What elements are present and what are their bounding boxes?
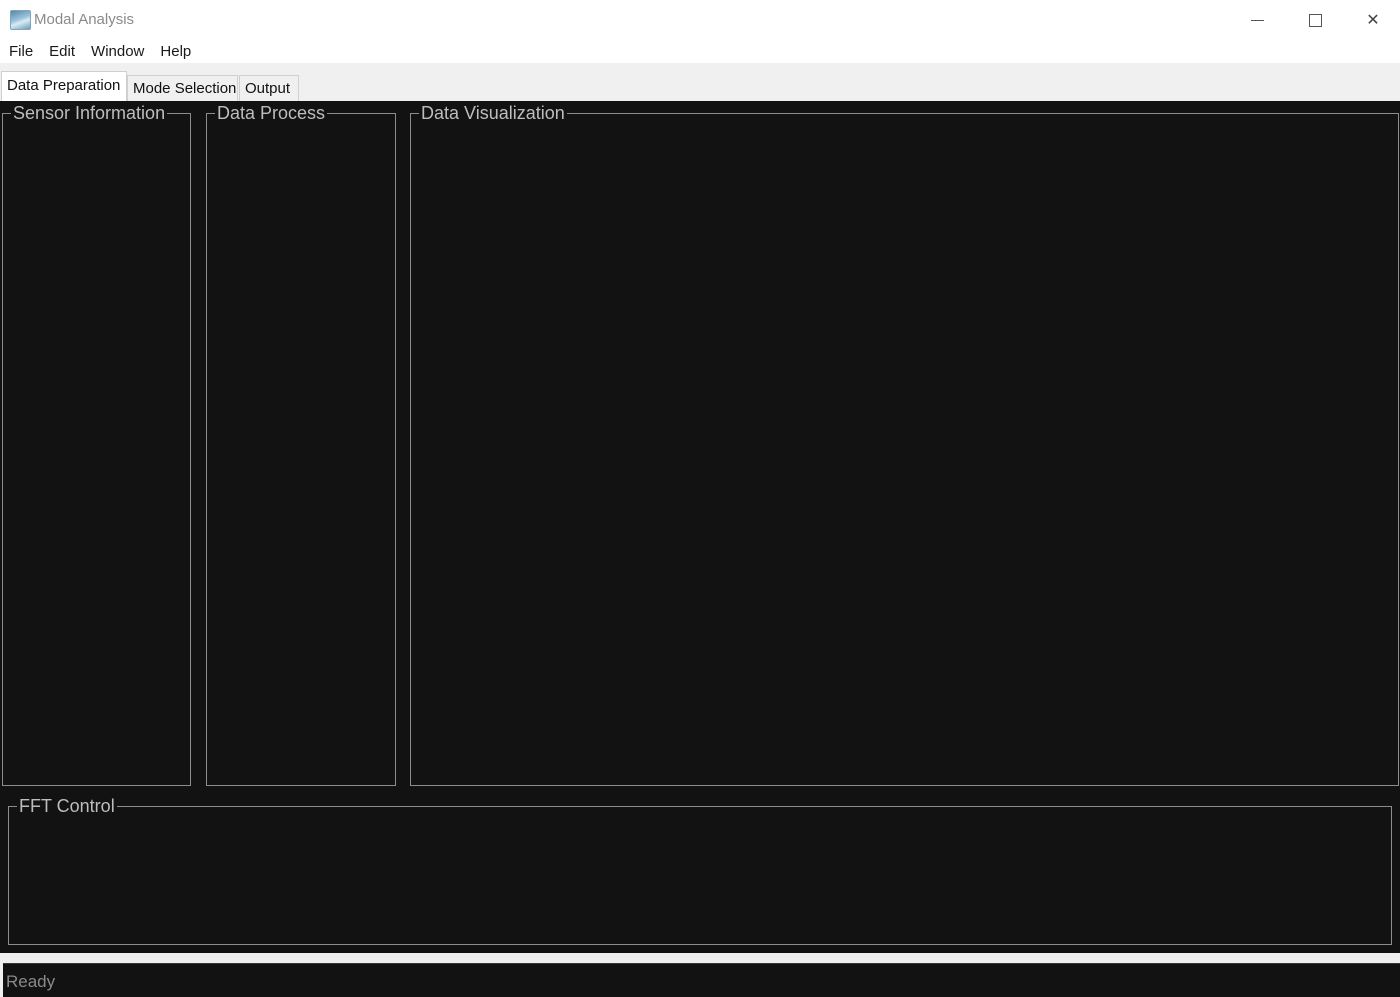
tab-data-preparation[interactable]: Data Preparation — [1, 71, 127, 101]
title-bar[interactable]: Modal Analysis ✕ — [0, 0, 1400, 40]
data-visualization-panel: Data Visualization — [410, 103, 1399, 786]
data-process-title: Data Process — [215, 103, 328, 123]
sensor-information-panel: Sensor Information — [2, 103, 191, 786]
menu-edit[interactable]: Edit — [41, 40, 83, 63]
status-bar: Ready — [3, 963, 1400, 997]
sensor-information-title: Sensor Information — [11, 103, 168, 123]
menu-help[interactable]: Help — [152, 40, 199, 63]
maximize-button[interactable] — [1286, 0, 1344, 40]
tab-mode-selection[interactable]: Mode Selection — [127, 75, 238, 101]
close-icon: ✕ — [1366, 12, 1380, 29]
fft-control-panel: FFT Control — [8, 796, 1392, 945]
tab-strip: Data Preparation Mode Selection Output — [0, 63, 1400, 101]
menu-file[interactable]: File — [0, 40, 41, 63]
tab-content-area: Sensor Information Data Process Data Vis… — [0, 101, 1400, 953]
fft-control-title: FFT Control — [17, 796, 117, 816]
data-process-panel: Data Process — [206, 103, 396, 786]
maximize-icon — [1308, 13, 1322, 27]
app-window: Modal Analysis ✕ File Edit Window Help D… — [0, 0, 1400, 997]
minimize-icon — [1250, 19, 1264, 21]
tab-output[interactable]: Output — [239, 75, 299, 101]
menu-window[interactable]: Window — [83, 40, 152, 63]
app-icon — [10, 10, 31, 30]
menu-bar: File Edit Window Help — [0, 40, 1400, 63]
status-text: Ready — [6, 972, 56, 991]
data-visualization-title: Data Visualization — [419, 103, 567, 123]
minimize-button[interactable] — [1228, 0, 1286, 40]
close-button[interactable]: ✕ — [1344, 0, 1400, 40]
window-title: Modal Analysis — [34, 11, 135, 28]
